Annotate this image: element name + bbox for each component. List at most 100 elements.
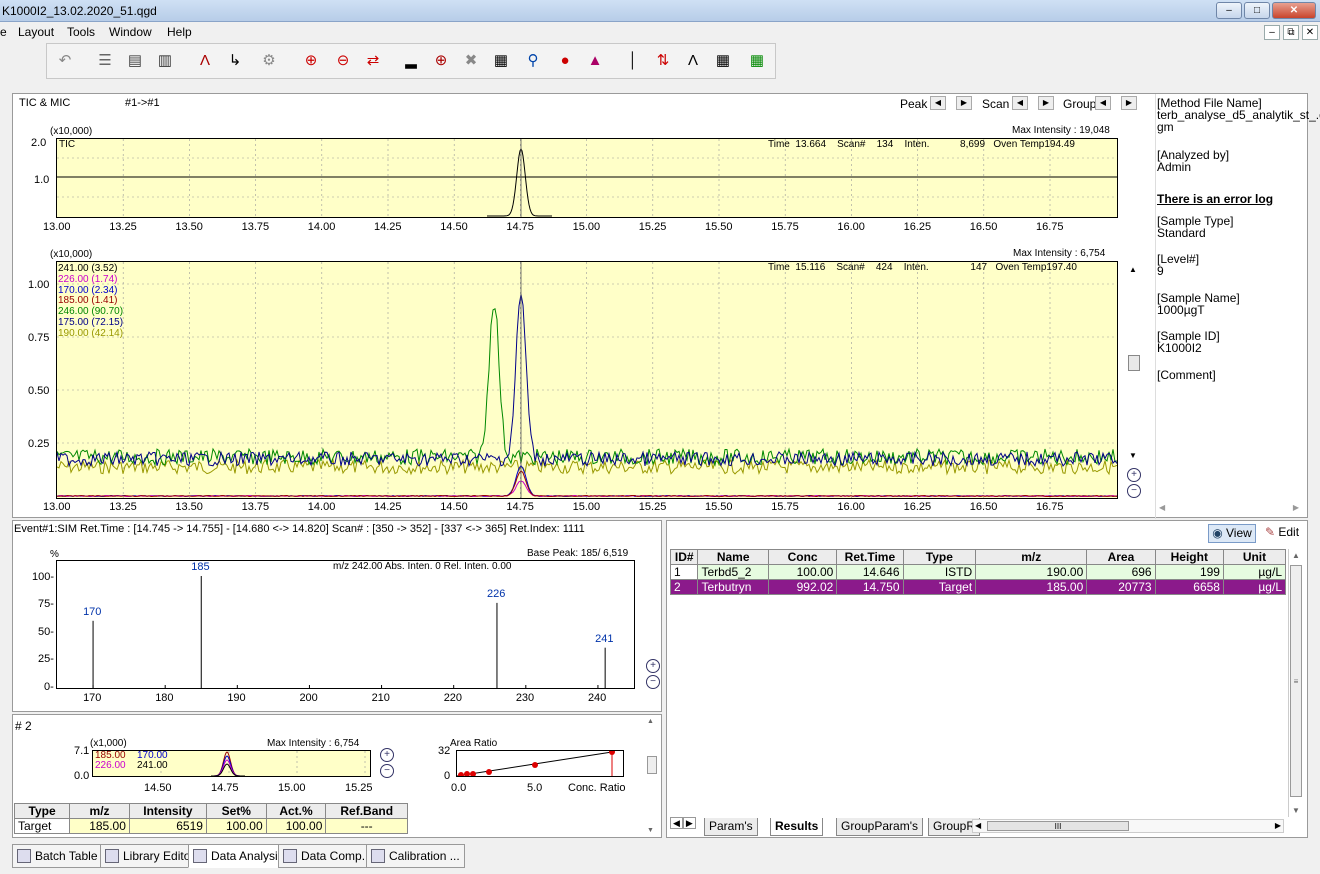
scan-prev-button[interactable]: ◀ xyxy=(1012,96,1028,110)
results-table-header[interactable]: Area xyxy=(1086,549,1156,565)
ion-table-header[interactable]: Ref.Band xyxy=(325,803,408,819)
results-table-cell[interactable]: 992.02 xyxy=(767,579,838,595)
peak-table-icon[interactable]: ▥ xyxy=(153,49,177,73)
tab-groupparams[interactable]: GroupParam's xyxy=(836,818,923,836)
ion-table-header[interactable]: Act.% xyxy=(265,803,327,819)
tab-results[interactable]: Results xyxy=(770,818,824,836)
peak-prev-button[interactable]: ◀ xyxy=(930,96,946,110)
calc-icon[interactable]: ⚙ xyxy=(257,49,281,73)
tab-scroll-buttons[interactable]: ◀ ▶ xyxy=(670,817,700,834)
zoom-out-icon[interactable]: − xyxy=(646,675,660,689)
menu-item-layout[interactable]: Layout xyxy=(18,25,54,39)
ion-table-header[interactable]: Type xyxy=(13,803,71,819)
area-icon[interactable]: ▦ xyxy=(711,49,735,73)
exclude-icon[interactable]: ✖ xyxy=(459,49,483,73)
view-button[interactable]: ◉ View xyxy=(1208,524,1256,543)
mdi-close-button[interactable]: ✕ xyxy=(1302,25,1318,40)
taskbar-button[interactable]: Data Analysis xyxy=(188,844,289,868)
zoom-in-icon[interactable]: + xyxy=(646,659,660,673)
taskbar-button[interactable]: Library Editor xyxy=(100,844,200,868)
undo-icon[interactable]: ↶ xyxy=(53,49,77,73)
tic-chart-area[interactable] xyxy=(56,138,1118,218)
ion-table-cell[interactable]: 100.00 xyxy=(205,818,267,834)
menu-item-tools[interactable]: Tools xyxy=(67,25,95,39)
manual-integrate-icon[interactable]: ↳ xyxy=(223,49,247,73)
results-table-header[interactable]: Unit xyxy=(1222,549,1287,565)
edit-button[interactable]: ✎ Edit xyxy=(1260,524,1304,543)
results-table-header[interactable]: ID# xyxy=(669,549,699,565)
results-table-cell[interactable]: µg/L xyxy=(1222,564,1287,580)
results-table-cell[interactable]: 14.646 xyxy=(836,564,904,580)
results-table-cell[interactable]: µg/L xyxy=(1222,579,1287,595)
results-table-cell[interactable]: ISTD xyxy=(902,564,977,580)
ion-table-cell[interactable]: 100.00 xyxy=(265,818,327,834)
zoom-in-icon[interactable]: + xyxy=(380,748,394,762)
results-table-header[interactable]: Ret.Time xyxy=(836,549,904,565)
integrate-icon[interactable]: ▤ xyxy=(123,49,147,73)
mic-scrollbar[interactable]: ▲ ▼ xyxy=(1128,265,1140,461)
ion-table-cell[interactable]: Target xyxy=(13,818,71,834)
tab-hscrollbar[interactable]: ◀ III ▶ xyxy=(972,819,1284,833)
search-icon[interactable]: ⊕ xyxy=(429,49,453,73)
group-next-button[interactable]: ▶ xyxy=(1121,96,1137,110)
results-vscrollbar[interactable]: ▲ ≡ ▼ xyxy=(1288,549,1302,817)
results-table-header[interactable]: m/z xyxy=(975,549,1088,565)
menu-item-file[interactable]: e xyxy=(0,25,7,39)
peak-minus-icon[interactable]: ⊖ xyxy=(331,49,355,73)
spectrum-icon[interactable]: ▂ xyxy=(399,49,423,73)
ion-table-header[interactable]: Set% xyxy=(205,803,267,819)
info-scrollbar[interactable]: ◀ ▶ xyxy=(1157,503,1301,513)
results-table-cell[interactable]: Terbutryn xyxy=(697,579,769,595)
menu-item-help[interactable]: Help xyxy=(167,25,192,39)
chrom-icon[interactable]: Λ xyxy=(681,49,705,73)
minimize-button[interactable]: – xyxy=(1216,2,1242,19)
mdi-restore-button[interactable]: ⧉ xyxy=(1283,25,1299,40)
results-table-cell[interactable]: 20773 xyxy=(1086,579,1156,595)
taskbar-button[interactable]: Batch Table xyxy=(12,844,103,868)
n-icon[interactable]: ▦ xyxy=(745,49,769,73)
identify-icon[interactable]: ⚲ xyxy=(521,49,545,73)
table-row[interactable]: Target 185.00 6519 100.00 100.00 --- xyxy=(13,818,408,834)
ion-table-cell[interactable]: 6519 xyxy=(128,818,207,834)
zoom-out-icon[interactable]: − xyxy=(380,764,394,778)
results-table-header[interactable]: Height xyxy=(1154,549,1224,565)
taskbar-button[interactable]: Data Comp... xyxy=(278,844,377,868)
settings-icon[interactable]: ☰ xyxy=(93,49,117,73)
peak-plus-icon[interactable]: ⊕ xyxy=(299,49,323,73)
compound-icon[interactable]: ▲ xyxy=(583,49,607,73)
compound-scrollbar[interactable]: ▲ ▼ xyxy=(647,718,657,834)
menu-item-window[interactable]: Window xyxy=(109,25,152,39)
mdi-minimize-button[interactable]: – xyxy=(1264,25,1280,40)
spectrum-chart-area[interactable] xyxy=(56,560,635,689)
area-ratio-chart-area[interactable] xyxy=(456,750,624,777)
peak-move-icon[interactable]: ⇄ xyxy=(361,49,385,73)
mic-chart-area[interactable] xyxy=(56,261,1118,499)
results-table-header[interactable]: Type xyxy=(902,549,977,565)
maximize-button[interactable]: □ xyxy=(1244,2,1270,19)
results-table-cell[interactable]: 1 xyxy=(669,564,699,580)
close-button[interactable]: ✕ xyxy=(1272,2,1316,19)
results-table-cell[interactable]: 185.00 xyxy=(975,579,1088,595)
multi-ion-icon[interactable]: ⇅ xyxy=(651,49,675,73)
tab-params[interactable]: Param's xyxy=(704,818,758,836)
ion-icon[interactable]: │ xyxy=(621,49,645,73)
results-table-header[interactable]: Conc xyxy=(767,549,838,565)
results-table-cell[interactable]: 190.00 xyxy=(975,564,1088,580)
baseline-icon[interactable]: Λ xyxy=(193,49,217,73)
results-table-cell[interactable]: Terbd5_2 xyxy=(697,564,769,580)
group-prev-button[interactable]: ◀ xyxy=(1095,96,1111,110)
table-row[interactable]: 2 Terbutryn 992.02 14.750 Target 185.00 20773 6… xyxy=(669,579,1287,595)
ion-table-cell[interactable]: --- xyxy=(325,818,408,834)
scan-next-button[interactable]: ▶ xyxy=(1038,96,1054,110)
results-table-cell[interactable]: 14.750 xyxy=(836,579,904,595)
results-table-cell[interactable]: Target xyxy=(902,579,977,595)
results-table-cell[interactable]: 199 xyxy=(1154,564,1224,580)
zoom-out-icon[interactable]: − xyxy=(1127,484,1141,498)
results-table-header[interactable]: Name xyxy=(697,549,769,565)
peak-next-button[interactable]: ▶ xyxy=(956,96,972,110)
report-icon[interactable]: ▦ xyxy=(489,49,513,73)
compound-chart-area[interactable] xyxy=(92,750,371,777)
results-table-cell[interactable]: 2 xyxy=(669,579,699,595)
results-table-cell[interactable]: 6658 xyxy=(1154,579,1224,595)
ion-table-header[interactable]: m/z xyxy=(69,803,130,819)
